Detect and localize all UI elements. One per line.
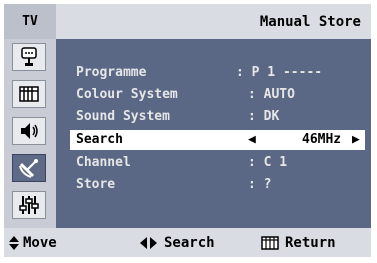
up-down-arrows-icon (9, 235, 19, 250)
channel-icon (19, 159, 38, 178)
sidebar-item-setup[interactable] (12, 191, 46, 219)
sidebar-item-picture[interactable] (12, 80, 46, 108)
setup-icon (19, 196, 39, 214)
sound-icon (21, 123, 38, 139)
row-label: Channel (76, 155, 131, 170)
row-label: Search (76, 132, 123, 147)
sidebar-item-input[interactable] (12, 43, 46, 71)
menu-header: TV Manual Store (4, 4, 371, 39)
menu-icon (261, 235, 279, 250)
row-value: : C 1 (248, 155, 288, 170)
arrow-left-icon[interactable]: ◀ (248, 132, 256, 147)
sidebar-item-channel[interactable] (12, 154, 46, 182)
tv-menu-frame: TV Manual Store Programme: P 1 ----- Co… (4, 4, 371, 257)
hint-return: Return (261, 228, 336, 257)
row-value: : ? (248, 177, 272, 192)
page-title: Manual Store (259, 13, 361, 30)
menu-row-store[interactable]: Store : ? (56, 175, 371, 195)
menu-row-search[interactable]: Search ◀ 46MHz ▶ (70, 130, 365, 150)
menu-row-sound-system[interactable]: Sound System : DK (56, 107, 371, 127)
hint-move-label: Move (23, 234, 57, 251)
sidebar-item-sound[interactable] (12, 117, 46, 145)
hint-search: Search (139, 228, 215, 257)
picture-icon (19, 86, 39, 102)
arrow-right-icon[interactable]: ▶ (352, 132, 360, 147)
row-value: : AUTO (248, 87, 295, 102)
row-label: Programme (76, 65, 147, 80)
menu-row-programme[interactable]: Programme : P 1 ----- (56, 63, 371, 83)
row-value: : P 1 ----- (236, 65, 323, 80)
row-label: Sound System (76, 109, 170, 124)
hint-move: Move (8, 228, 57, 257)
sidebar (4, 39, 56, 228)
row-value: : DK (248, 109, 280, 124)
row-label: Store (76, 177, 116, 192)
hint-search-label: Search (164, 234, 215, 251)
menu-panel: Programme : P 1 ----- Colour System : AU… (56, 39, 371, 228)
left-right-arrows-icon (140, 236, 157, 249)
menu-row-channel[interactable]: Channel : C 1 (56, 153, 371, 173)
row-value: 46MHz (302, 132, 342, 147)
key-hint-bar: Move Search Return (4, 228, 371, 257)
hint-return-label: Return (285, 234, 336, 251)
input-icon (21, 47, 37, 66)
tv-tab[interactable]: TV (4, 4, 56, 39)
row-label: Colour System (76, 87, 178, 102)
menu-row-colour-system[interactable]: Colour System : AUTO (56, 85, 371, 105)
